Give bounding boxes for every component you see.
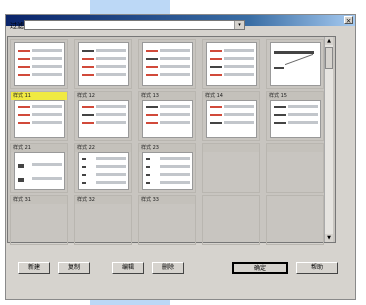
style-cell[interactable]: 样式 23: [138, 143, 196, 193]
style-thumbnail: [270, 100, 321, 138]
style-label: 样式 31: [11, 196, 67, 204]
filter-combobox[interactable]: ▾: [24, 20, 245, 30]
style-grid: 样式 11 样式 12 样式 13 样式 14 样式 15 样式 21 样式 2…: [7, 36, 336, 245]
style-cell: [266, 143, 324, 193]
style-cell[interactable]: [10, 39, 68, 89]
scroll-down-icon[interactable]: ▼: [325, 234, 333, 242]
chevron-down-icon[interactable]: ▾: [234, 21, 244, 29]
style-thumbnail: [78, 100, 129, 138]
style-label: 样式 22: [75, 144, 131, 152]
style-cell[interactable]: 样式 33: [138, 195, 196, 245]
style-label: 样式 32: [75, 196, 131, 204]
style-cell: [202, 195, 260, 245]
style-label: 样式 33: [139, 196, 195, 204]
scroll-up-icon[interactable]: ▲: [325, 37, 333, 45]
style-cell[interactable]: 样式 32: [74, 195, 132, 245]
style-thumbnail: [78, 42, 129, 86]
style-cell[interactable]: [74, 39, 132, 89]
close-button[interactable]: ×: [344, 16, 353, 25]
style-cell[interactable]: 样式 15: [266, 91, 324, 141]
style-label: 样式 11: [11, 92, 67, 100]
style-label: [203, 144, 259, 152]
style-label: 样式 15: [267, 92, 323, 100]
empty-slot: [270, 152, 321, 190]
style-label: 样式 23: [139, 144, 195, 152]
style-label: 样式 12: [75, 92, 131, 100]
style-cell: [202, 143, 260, 193]
style-thumbnail: [206, 42, 257, 86]
style-cell[interactable]: [266, 39, 324, 89]
style-cell-selected[interactable]: 样式 11: [10, 91, 68, 141]
style-thumbnail: [270, 42, 321, 86]
delete-button[interactable]: 删除: [152, 262, 184, 274]
style-thumbnail: [142, 42, 193, 86]
style-cell[interactable]: 样式 13: [138, 91, 196, 141]
style-thumbnail: [14, 100, 65, 138]
style-cell[interactable]: 样式 31: [10, 195, 68, 245]
edit-button[interactable]: 编辑: [112, 262, 144, 274]
style-cell: [266, 195, 324, 245]
style-cell[interactable]: [138, 39, 196, 89]
filter-label: 过滤: [10, 22, 24, 30]
style-thumbnail: [142, 152, 193, 190]
empty-slot: [206, 152, 257, 190]
style-cell[interactable]: 样式 22: [74, 143, 132, 193]
new-button[interactable]: 新建: [18, 262, 50, 274]
style-cell[interactable]: [202, 39, 260, 89]
style-label: 样式 14: [203, 92, 259, 100]
help-button[interactable]: 帮助: [296, 262, 338, 274]
scroll-thumb[interactable]: [325, 47, 333, 69]
style-label: [267, 144, 323, 152]
style-cell[interactable]: 样式 21: [10, 143, 68, 193]
vertical-scrollbar[interactable]: ▲ ▼: [324, 37, 333, 242]
style-thumbnail: [206, 100, 257, 138]
style-thumbnail: [14, 152, 65, 190]
style-thumbnail: [78, 152, 129, 190]
style-thumbnail: [142, 100, 193, 138]
style-label: 样式 21: [11, 144, 67, 152]
ok-button[interactable]: 确定: [232, 262, 288, 274]
style-cell[interactable]: 样式 12: [74, 91, 132, 141]
style-thumbnail: [14, 42, 65, 86]
style-label: 样式 13: [139, 92, 195, 100]
style-cell[interactable]: 样式 14: [202, 91, 260, 141]
copy-button[interactable]: 复制: [58, 262, 90, 274]
